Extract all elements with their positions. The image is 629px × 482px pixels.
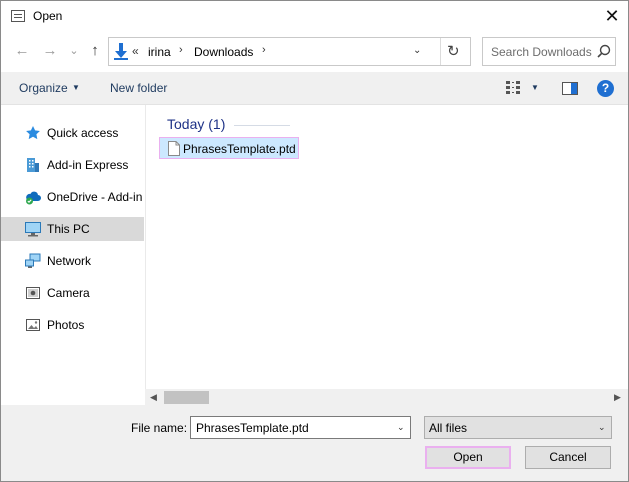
file-name-value: PhrasesTemplate.ptd — [196, 421, 309, 435]
sidebar-item-label: Network — [47, 254, 92, 268]
new-folder-button[interactable]: New folder — [110, 81, 167, 95]
dialog-footer: File name: PhrasesTemplate.ptd ⌄ All fil… — [1, 406, 628, 481]
group-header-line — [234, 125, 290, 126]
navigation-pane: Quick access Add-in Express OneDrive - A… — [1, 105, 145, 405]
sidebar-item-photos[interactable]: Photos — [1, 313, 144, 337]
computer-icon — [25, 221, 41, 237]
search-icon[interactable] — [597, 44, 611, 61]
view-options-icon[interactable] — [506, 81, 522, 98]
view-dropdown-icon[interactable]: ▼ — [531, 83, 539, 92]
cloud-icon — [25, 189, 41, 205]
address-overflow[interactable]: « — [132, 44, 139, 58]
help-icon[interactable]: ? — [597, 80, 614, 97]
close-button[interactable]: ✕ — [599, 5, 625, 27]
chevron-down-icon: ⌄ — [598, 422, 606, 432]
file-name-label: File name: — [131, 421, 188, 435]
navigation-bar: ← → ⌄ ↑ « irina › Downloads › ⌄ ↻ Search… — [1, 32, 628, 72]
group-header[interactable]: Today (1) — [167, 116, 225, 132]
address-divider — [440, 38, 441, 65]
building-icon — [25, 157, 41, 173]
cancel-button[interactable]: Cancel — [525, 446, 611, 469]
breadcrumb-segment[interactable]: irina — [148, 45, 171, 59]
horizontal-scrollbar[interactable]: ◀ ▶ — [146, 389, 628, 406]
downloads-arrow-icon — [113, 42, 129, 63]
sidebar-item-label: Camera — [47, 286, 90, 300]
address-bar[interactable]: « irina › Downloads › ⌄ ↻ — [108, 37, 471, 66]
file-name: PhrasesTemplate.ptd — [183, 142, 296, 156]
sidebar-item-label: Photos — [47, 318, 85, 332]
recent-locations-button[interactable]: ⌄ — [65, 42, 83, 60]
address-dropdown[interactable]: ⌄ — [413, 45, 421, 56]
sidebar-item-network[interactable]: Network — [1, 249, 144, 273]
search-box[interactable]: Search Downloads — [482, 37, 616, 66]
sidebar-item-quick-access[interactable]: Quick access — [1, 121, 144, 145]
title-bar: Open ✕ — [1, 1, 628, 32]
sidebar-item-this-pc[interactable]: This PC — [1, 217, 144, 241]
open-button[interactable]: Open — [425, 446, 511, 469]
file-list: Today (1) PhrasesTemplate.ptd — [146, 105, 628, 389]
open-dialog: Open ✕ ← → ⌄ ↑ « irina › Downloads › ⌄ ↻… — [0, 0, 629, 482]
breadcrumb-segment[interactable]: Downloads — [194, 45, 253, 59]
refresh-icon[interactable]: ↻ — [447, 42, 460, 60]
network-icon — [25, 253, 41, 269]
document-icon — [168, 141, 180, 159]
scroll-left-icon[interactable]: ◀ — [150, 392, 157, 403]
up-button[interactable]: ↑ — [86, 42, 104, 60]
breadcrumb-chevron[interactable]: › — [179, 44, 183, 56]
star-icon — [25, 125, 41, 141]
sidebar-item-add-in-express[interactable]: Add-in Express — [1, 153, 144, 177]
search-placeholder: Search Downloads — [491, 45, 592, 59]
command-bar: Organize ▼ New folder ▼ ? — [1, 72, 628, 105]
scroll-right-icon[interactable]: ▶ — [614, 392, 621, 403]
file-name-input[interactable]: PhrasesTemplate.ptd ⌄ — [190, 416, 411, 439]
sidebar-item-label: Quick access — [47, 126, 119, 140]
scroll-thumb[interactable] — [164, 391, 209, 404]
sidebar-item-camera[interactable]: Camera — [1, 281, 144, 305]
sidebar-item-onedrive[interactable]: OneDrive - Add-in — [1, 185, 144, 209]
file-item[interactable]: PhrasesTemplate.ptd — [159, 137, 299, 159]
file-type-select[interactable]: All files ⌄ — [424, 416, 612, 439]
sidebar-item-label: Add-in Express — [47, 158, 129, 172]
back-button[interactable]: ← — [13, 42, 31, 60]
sidebar-item-label: This PC — [47, 222, 90, 236]
chevron-down-icon[interactable]: ⌄ — [397, 422, 405, 433]
photos-icon — [25, 317, 41, 333]
preview-pane-icon[interactable] — [562, 82, 578, 98]
file-type-value: All files — [429, 421, 468, 435]
window-title: Open — [33, 9, 63, 23]
chevron-down-icon[interactable]: ▼ — [72, 83, 80, 92]
breadcrumb-chevron[interactable]: › — [262, 44, 266, 56]
forward-button[interactable]: → — [41, 42, 59, 60]
organize-button[interactable]: Organize — [19, 81, 68, 95]
camera-icon — [25, 285, 41, 301]
sidebar-item-label: OneDrive - Add-in — [47, 190, 143, 204]
window-icon — [11, 10, 25, 22]
